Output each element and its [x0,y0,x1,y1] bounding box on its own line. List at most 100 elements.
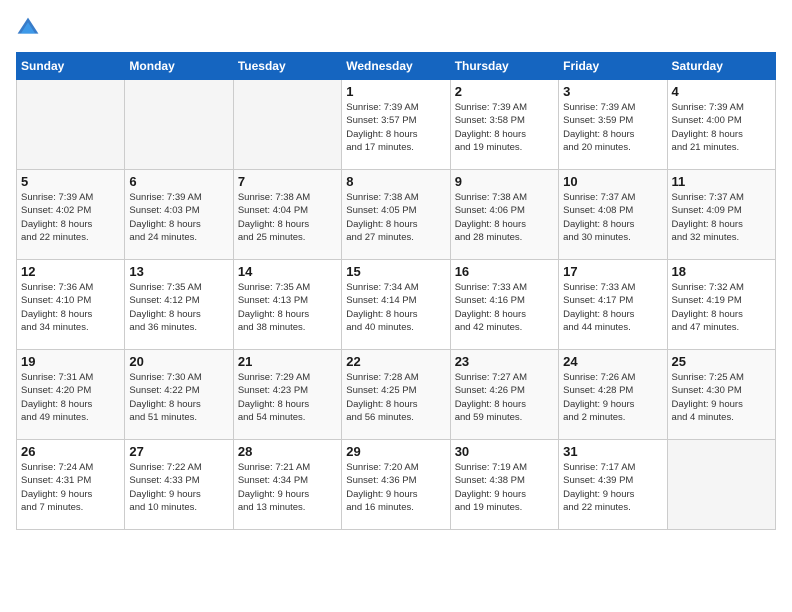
day-cell-20: 20 Sunrise: 7:30 AM Sunset: 4:22 PM Dayli… [125,350,233,440]
day-number: 27 [129,444,228,459]
day-number: 20 [129,354,228,369]
day-cell-18: 18 Sunrise: 7:32 AM Sunset: 4:19 PM Dayli… [667,260,775,350]
day-info: Sunrise: 7:30 AM Sunset: 4:22 PM Dayligh… [129,371,228,424]
weekday-header-row: SundayMondayTuesdayWednesdayThursdayFrid… [17,53,776,80]
day-number: 25 [672,354,771,369]
day-cell-24: 24 Sunrise: 7:26 AM Sunset: 4:28 PM Dayli… [559,350,667,440]
day-cell-4: 4 Sunrise: 7:39 AM Sunset: 4:00 PM Daylig… [667,80,775,170]
day-info: Sunrise: 7:20 AM Sunset: 4:36 PM Dayligh… [346,461,445,514]
week-row-1: 1 Sunrise: 7:39 AM Sunset: 3:57 PM Daylig… [17,80,776,170]
day-info: Sunrise: 7:34 AM Sunset: 4:14 PM Dayligh… [346,281,445,334]
logo [16,16,44,40]
day-cell-5: 5Sunrise: 7:39 AM Sunset: 4:02 PM Daylig… [17,170,125,260]
day-number: 18 [672,264,771,279]
day-number: 4 [672,84,771,99]
day-info: Sunrise: 7:39 AM Sunset: 3:57 PM Dayligh… [346,101,445,154]
day-info: Sunrise: 7:37 AM Sunset: 4:08 PM Dayligh… [563,191,662,244]
day-cell-8: 8 Sunrise: 7:38 AM Sunset: 4:05 PM Daylig… [342,170,450,260]
week-row-3: 12Sunrise: 7:36 AM Sunset: 4:10 PM Dayli… [17,260,776,350]
day-cell-22: 22 Sunrise: 7:28 AM Sunset: 4:25 PM Dayli… [342,350,450,440]
day-cell-27: 27 Sunrise: 7:22 AM Sunset: 4:33 PM Dayli… [125,440,233,530]
day-number: 1 [346,84,445,99]
day-cell-2: 2Sunrise: 7:39 AM Sunset: 3:58 PM Daylig… [450,80,558,170]
day-number: 30 [455,444,554,459]
weekday-header-thursday: Thursday [450,53,558,80]
day-cell-17: 17 Sunrise: 7:33 AM Sunset: 4:17 PM Dayli… [559,260,667,350]
day-info: Sunrise: 7:26 AM Sunset: 4:28 PM Dayligh… [563,371,662,424]
day-cell-16: 16 Sunrise: 7:33 AM Sunset: 4:16 PM Dayli… [450,260,558,350]
day-number: 16 [455,264,554,279]
weekday-header-wednesday: Wednesday [342,53,450,80]
day-info: Sunrise: 7:39 AM Sunset: 4:02 PM Dayligh… [21,191,120,244]
day-cell-25: 25 Sunrise: 7:25 AM Sunset: 4:30 PM Dayli… [667,350,775,440]
day-info: Sunrise: 7:35 AM Sunset: 4:12 PM Dayligh… [129,281,228,334]
day-number: 28 [238,444,337,459]
day-cell-14: 14 Sunrise: 7:35 AM Sunset: 4:13 PM Dayli… [233,260,341,350]
day-number: 12 [21,264,120,279]
day-cell-3: 3 Sunrise: 7:39 AM Sunset: 3:59 PM Daylig… [559,80,667,170]
day-number: 7 [238,174,337,189]
day-info: Sunrise: 7:33 AM Sunset: 4:16 PM Dayligh… [455,281,554,334]
day-number: 19 [21,354,120,369]
day-number: 24 [563,354,662,369]
day-cell-11: 11Sunrise: 7:37 AM Sunset: 4:09 PM Dayli… [667,170,775,260]
day-cell-10: 10Sunrise: 7:37 AM Sunset: 4:08 PM Dayli… [559,170,667,260]
calendar-table: SundayMondayTuesdayWednesdayThursdayFrid… [16,52,776,530]
day-cell-29: 29 Sunrise: 7:20 AM Sunset: 4:36 PM Dayli… [342,440,450,530]
empty-cell [667,440,775,530]
day-number: 9 [455,174,554,189]
day-info: Sunrise: 7:28 AM Sunset: 4:25 PM Dayligh… [346,371,445,424]
day-info: Sunrise: 7:32 AM Sunset: 4:19 PM Dayligh… [672,281,771,334]
day-cell-13: 13 Sunrise: 7:35 AM Sunset: 4:12 PM Dayli… [125,260,233,350]
logo-icon [16,16,40,40]
day-info: Sunrise: 7:17 AM Sunset: 4:39 PM Dayligh… [563,461,662,514]
day-info: Sunrise: 7:39 AM Sunset: 4:00 PM Dayligh… [672,101,771,154]
day-cell-30: 30 Sunrise: 7:19 AM Sunset: 4:38 PM Dayli… [450,440,558,530]
day-info: Sunrise: 7:27 AM Sunset: 4:26 PM Dayligh… [455,371,554,424]
day-number: 23 [455,354,554,369]
day-cell-1: 1 Sunrise: 7:39 AM Sunset: 3:57 PM Daylig… [342,80,450,170]
day-info: Sunrise: 7:19 AM Sunset: 4:38 PM Dayligh… [455,461,554,514]
day-number: 22 [346,354,445,369]
day-info: Sunrise: 7:24 AM Sunset: 4:31 PM Dayligh… [21,461,120,514]
day-number: 31 [563,444,662,459]
weekday-header-saturday: Saturday [667,53,775,80]
week-row-4: 19 Sunrise: 7:31 AM Sunset: 4:20 PM Dayli… [17,350,776,440]
empty-cell [233,80,341,170]
weekday-header-tuesday: Tuesday [233,53,341,80]
day-cell-7: 7 Sunrise: 7:38 AM Sunset: 4:04 PM Daylig… [233,170,341,260]
empty-cell [17,80,125,170]
day-number: 8 [346,174,445,189]
day-cell-23: 23 Sunrise: 7:27 AM Sunset: 4:26 PM Dayli… [450,350,558,440]
day-number: 2 [455,84,554,99]
day-info: Sunrise: 7:25 AM Sunset: 4:30 PM Dayligh… [672,371,771,424]
day-info: Sunrise: 7:33 AM Sunset: 4:17 PM Dayligh… [563,281,662,334]
day-info: Sunrise: 7:38 AM Sunset: 4:04 PM Dayligh… [238,191,337,244]
day-cell-19: 19 Sunrise: 7:31 AM Sunset: 4:20 PM Dayli… [17,350,125,440]
day-number: 29 [346,444,445,459]
day-info: Sunrise: 7:21 AM Sunset: 4:34 PM Dayligh… [238,461,337,514]
day-info: Sunrise: 7:31 AM Sunset: 4:20 PM Dayligh… [21,371,120,424]
day-cell-28: 28 Sunrise: 7:21 AM Sunset: 4:34 PM Dayli… [233,440,341,530]
day-number: 26 [21,444,120,459]
day-number: 3 [563,84,662,99]
weekday-header-friday: Friday [559,53,667,80]
day-info: Sunrise: 7:37 AM Sunset: 4:09 PM Dayligh… [672,191,771,244]
day-number: 14 [238,264,337,279]
day-number: 17 [563,264,662,279]
day-cell-9: 9Sunrise: 7:38 AM Sunset: 4:06 PM Daylig… [450,170,558,260]
day-number: 13 [129,264,228,279]
day-info: Sunrise: 7:22 AM Sunset: 4:33 PM Dayligh… [129,461,228,514]
day-info: Sunrise: 7:38 AM Sunset: 4:05 PM Dayligh… [346,191,445,244]
day-info: Sunrise: 7:39 AM Sunset: 3:59 PM Dayligh… [563,101,662,154]
empty-cell [125,80,233,170]
day-number: 6 [129,174,228,189]
weekday-header-monday: Monday [125,53,233,80]
day-cell-12: 12Sunrise: 7:36 AM Sunset: 4:10 PM Dayli… [17,260,125,350]
day-cell-31: 31 Sunrise: 7:17 AM Sunset: 4:39 PM Dayli… [559,440,667,530]
day-number: 21 [238,354,337,369]
day-cell-6: 6Sunrise: 7:39 AM Sunset: 4:03 PM Daylig… [125,170,233,260]
weekday-header-sunday: Sunday [17,53,125,80]
week-row-5: 26 Sunrise: 7:24 AM Sunset: 4:31 PM Dayli… [17,440,776,530]
day-info: Sunrise: 7:35 AM Sunset: 4:13 PM Dayligh… [238,281,337,334]
